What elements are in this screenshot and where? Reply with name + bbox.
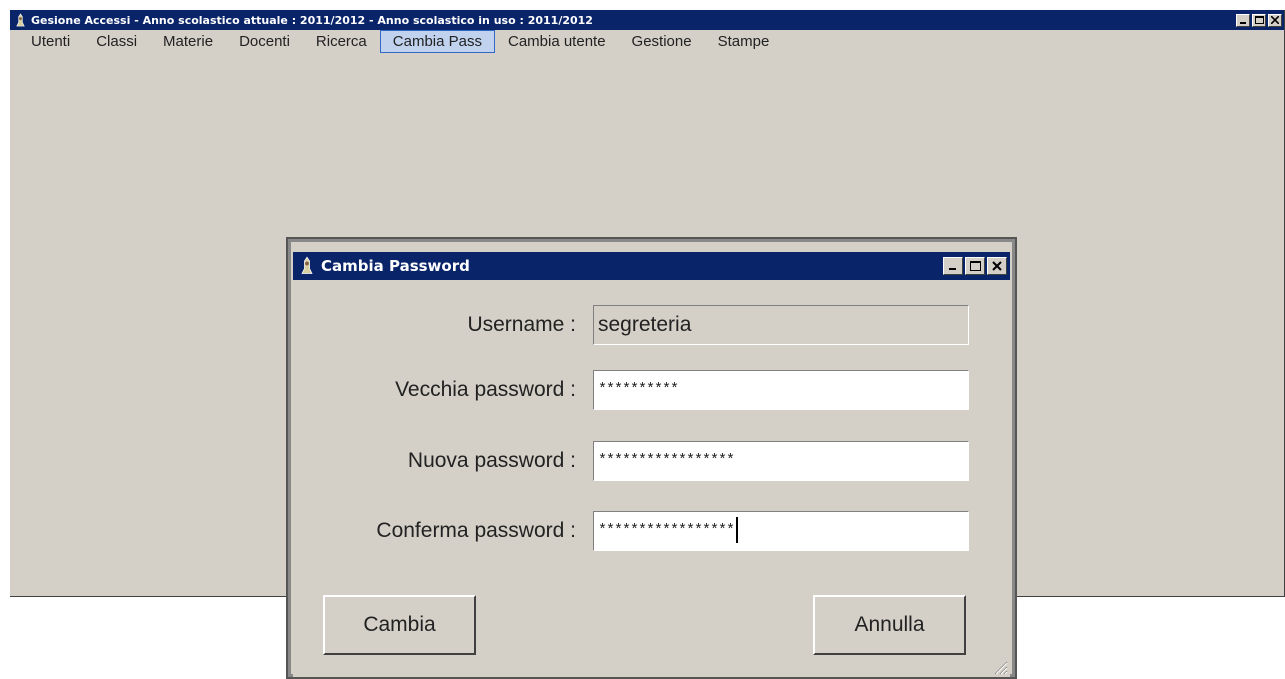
resize-grip-icon[interactable]: [992, 659, 1008, 675]
menu-item-ricerca[interactable]: Ricerca: [303, 30, 380, 53]
menu-item-cambia-pass[interactable]: Cambia Pass: [379, 29, 495, 53]
menubar: Utenti Classi Materie Docenti Ricerca Ca…: [10, 29, 1284, 53]
confirm-password-label-box: Conferma password :: [293, 510, 576, 552]
username-label-box: Username :: [293, 304, 576, 346]
close-button[interactable]: [1268, 13, 1282, 27]
dialog-minimize-button[interactable]: [943, 257, 963, 275]
cambia-button[interactable]: Cambia: [323, 595, 476, 655]
dialog-body: Cambia Password Username : segreteria Ve…: [293, 244, 1010, 677]
app-logo-icon: [301, 256, 313, 274]
menu-item-gestione[interactable]: Gestione: [619, 30, 705, 53]
username-field: segreteria: [593, 305, 969, 345]
menu-item-docenti[interactable]: Docenti: [226, 30, 303, 53]
new-password-label-box: Nuova password :: [293, 440, 576, 482]
dialog-close-button[interactable]: [987, 257, 1007, 275]
menu-item-utenti[interactable]: Utenti: [18, 30, 83, 53]
dialog-window-controls: [943, 257, 1007, 275]
old-password-label-box: Vecchia password :: [293, 369, 576, 411]
main-window-controls: [1236, 13, 1282, 27]
close-icon: [1271, 16, 1279, 24]
dialog-title: Cambia Password: [321, 257, 470, 275]
old-password-label: Vecchia password :: [395, 378, 576, 401]
menu-item-stampe[interactable]: Stampe: [705, 30, 783, 53]
minimize-button[interactable]: [1236, 13, 1250, 27]
change-password-dialog: Cambia Password Username : segreteria Ve…: [286, 237, 1017, 679]
dialog-maximize-button[interactable]: [965, 257, 985, 275]
username-label: Username :: [467, 313, 576, 336]
app-logo-icon: [13, 12, 28, 28]
menu-item-materie[interactable]: Materie: [150, 30, 226, 53]
minimize-icon: [949, 268, 956, 270]
maximize-button[interactable]: [1252, 13, 1266, 27]
confirm-password-label: Conferma password :: [376, 519, 576, 542]
close-icon: [992, 261, 1002, 271]
new-password-label: Nuova password :: [407, 449, 576, 472]
dialog-titlebar[interactable]: Cambia Password: [293, 252, 1010, 280]
main-window-title: Gesione Accessi - Anno scolastico attual…: [31, 13, 593, 27]
confirm-password-field[interactable]: *****************: [593, 511, 969, 551]
new-password-field[interactable]: *****************: [593, 441, 969, 481]
menu-item-cambia-utente[interactable]: Cambia utente: [495, 30, 619, 53]
text-caret: [736, 517, 739, 544]
main-titlebar[interactable]: Gesione Accessi - Anno scolastico attual…: [10, 10, 1284, 30]
confirm-password-value: *****************: [598, 522, 735, 539]
old-password-field[interactable]: **********: [593, 370, 969, 410]
maximize-icon: [969, 261, 981, 271]
maximize-icon: [1254, 16, 1264, 24]
minimize-icon: [1240, 22, 1246, 24]
menu-item-classi[interactable]: Classi: [83, 30, 150, 53]
annulla-button[interactable]: Annulla: [813, 595, 966, 655]
